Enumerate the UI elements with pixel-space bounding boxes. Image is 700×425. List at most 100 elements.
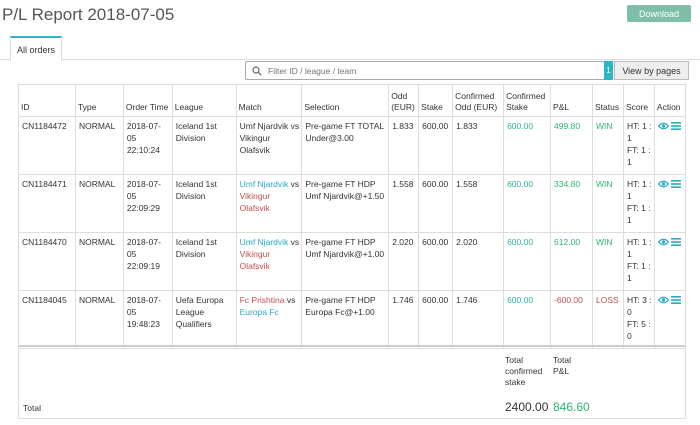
col-score[interactable]: Score <box>622 84 655 117</box>
actions <box>653 232 687 291</box>
table-row: CN1184470 NORMAL 2018-07-05 22:09:19 Icel… <box>18 232 687 291</box>
match: Umf Njardvik vs Vikingur Olafsvik <box>235 174 303 233</box>
col-id[interactable]: ID <box>18 84 76 117</box>
home-team: Umf Njardvik <box>239 121 289 131</box>
confirmed-stake: 600.00 <box>503 232 552 291</box>
order-time: 2018-07-05 22:10:24 <box>122 116 173 175</box>
confirmed-odd: 1.558 <box>452 174 505 233</box>
score: HT: 1 : 1 FT: 1 : 1 <box>622 232 655 291</box>
confirmed-odd: 1.833 <box>452 116 505 175</box>
stake: 600.00 <box>418 116 454 175</box>
pl-value: -600.00 <box>550 290 593 349</box>
pl-value: 612.00 <box>550 232 593 291</box>
score: HT: 1 : 1 FT: 1 : 1 <box>622 174 655 233</box>
view-by-pages-button[interactable]: View by pages <box>614 61 689 80</box>
download-button[interactable]: Download <box>627 5 691 22</box>
confirmed-stake: 600.00 <box>503 174 552 233</box>
status-badge: WIN <box>591 174 624 233</box>
home-team: Fc Prishtina <box>239 295 285 305</box>
confirmed-stake: 600.00 <box>503 290 552 349</box>
confirmed-odd: 1.746 <box>452 290 505 349</box>
search-box[interactable] <box>245 61 605 80</box>
col-confirmed-odd[interactable]: Confirmed Odd (EUR) <box>452 84 505 117</box>
selection: Pre-game FT TOTAL Under@3.00 <box>301 116 390 175</box>
actions <box>653 290 687 349</box>
score: HT: 1 : 1 FT: 1 : 1 <box>622 116 655 175</box>
league: Iceland 1st Division <box>171 116 237 175</box>
table-row: CN1184472 NORMAL 2018-07-05 22:10:24 Icel… <box>18 116 687 175</box>
list-icon[interactable] <box>670 121 681 133</box>
tab-all-orders[interactable]: All orders <box>10 36 62 61</box>
order-id: CN1184045 <box>18 290 76 349</box>
league: Iceland 1st Division <box>171 232 237 291</box>
actions <box>653 174 687 233</box>
list-icon[interactable] <box>670 237 681 249</box>
confirmed-stake: 600.00 <box>503 116 552 175</box>
order-time: 2018-07-05 19:48:23 <box>122 290 173 349</box>
pl-value: 499.80 <box>550 116 593 175</box>
order-id: CN1184470 <box>18 232 76 291</box>
order-type: NORMAL <box>74 116 124 175</box>
col-confirmed-stake[interactable]: Confirmed Stake <box>503 84 552 117</box>
status-badge: WIN <box>591 232 624 291</box>
eye-icon[interactable] <box>657 121 670 133</box>
list-icon[interactable] <box>670 295 681 307</box>
table-row: CN1184045 NORMAL 2018-07-05 19:48:23 Uefa… <box>18 290 687 349</box>
total-pl: 846.60 <box>553 400 590 414</box>
score: HT: 3 : 0 FT: 5 : 0 <box>622 290 655 349</box>
pl-value: 334.80 <box>550 174 593 233</box>
stake: 600.00 <box>418 290 454 349</box>
eye-icon[interactable] <box>657 295 670 307</box>
eye-icon[interactable] <box>657 237 670 249</box>
order-type: NORMAL <box>74 174 124 233</box>
home-team: Umf Njardvik <box>239 179 289 189</box>
col-pl[interactable]: P&L <box>550 84 593 117</box>
total-confirmed-stake-label: Total confirmed stake <box>505 355 543 387</box>
col-match[interactable]: Match <box>235 84 303 117</box>
match: Fc Prishtina vs Europa Fc <box>235 290 303 349</box>
orders-table: ID Type Order Time League Match Selectio… <box>18 84 687 349</box>
list-icon[interactable] <box>670 179 681 191</box>
page-count-badge: 1 <box>604 61 613 80</box>
home-team: Umf Njardvik <box>239 237 289 247</box>
search-icon <box>246 65 268 76</box>
odd: 1.746 <box>388 290 420 349</box>
col-odd[interactable]: Odd (EUR) <box>388 84 420 117</box>
order-id: CN1184471 <box>18 174 76 233</box>
away-team: Vikingur Olafsvik <box>239 249 271 271</box>
col-type[interactable]: Type <box>74 84 124 117</box>
stake: 600.00 <box>418 174 454 233</box>
table-header-row: ID Type Order Time League Match Selectio… <box>18 84 687 117</box>
order-id: CN1184472 <box>18 116 76 175</box>
col-action: Action <box>653 84 687 117</box>
status-badge: LOSS <box>591 290 624 349</box>
odd: 1.558 <box>388 174 420 233</box>
away-team: Vikingur Olafsvik <box>239 191 271 213</box>
totals-row: Total confirmed stake Total P&L Total 24… <box>18 345 686 419</box>
total-confirmed-stake: 2400.00 <box>505 400 549 414</box>
col-selection[interactable]: Selection <box>301 84 390 117</box>
status-badge: WIN <box>591 116 624 175</box>
league: Uefa Europa League Qualifiers <box>171 290 237 349</box>
order-type: NORMAL <box>74 290 124 349</box>
selection: Pre-game FT HDP Europa Fc@+1.00 <box>301 290 390 349</box>
match: Umf Njardvik vs Vikingur Olafsvik <box>235 116 303 175</box>
league: Iceland 1st Division <box>171 174 237 233</box>
selection: Pre-game FT HDP Umf Njardvik@+1.00 <box>301 232 390 291</box>
away-team: Vikingur Olafsvik <box>239 133 271 155</box>
col-order-time[interactable]: Order Time <box>122 84 173 117</box>
selection: Pre-game FT HDP Umf Njardvik@+1.50 <box>301 174 390 233</box>
search-input[interactable] <box>268 65 588 76</box>
order-type: NORMAL <box>74 232 124 291</box>
col-stake[interactable]: Stake <box>418 84 454 117</box>
match: Umf Njardvik vs Vikingur Olafsvik <box>235 232 303 291</box>
away-team: Europa Fc <box>239 307 279 317</box>
eye-icon[interactable] <box>657 179 670 191</box>
col-league[interactable]: League <box>171 84 237 117</box>
total-label: Total <box>23 403 41 413</box>
total-pl-label: Total P&L <box>553 355 571 376</box>
order-time: 2018-07-05 22:09:29 <box>122 174 173 233</box>
tab-bar: All orders <box>0 36 700 61</box>
stake: 600.00 <box>418 232 454 291</box>
col-status[interactable]: Status <box>591 84 624 117</box>
